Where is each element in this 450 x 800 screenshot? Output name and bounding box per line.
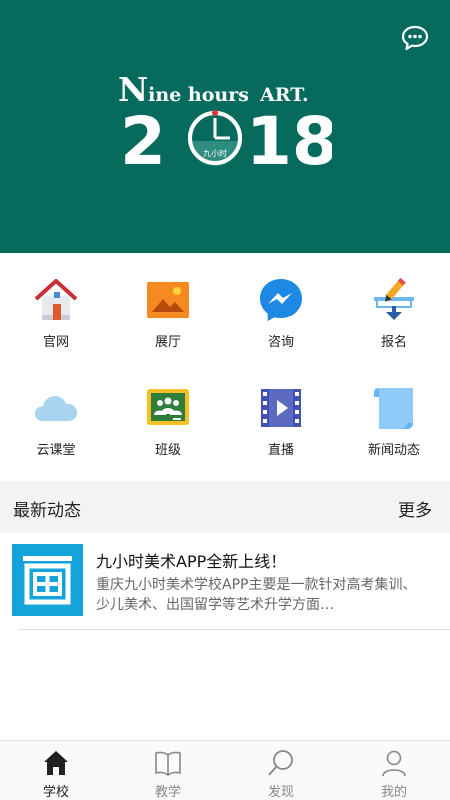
news-title: 九小时美术APP全新上线！ bbox=[96, 552, 287, 571]
grid-label: 官网 bbox=[42, 335, 69, 350]
more-link[interactable]: 更多 bbox=[398, 496, 432, 521]
section-title: 最新动态 bbox=[13, 501, 81, 521]
clock-icon: 九小时 bbox=[188, 110, 242, 166]
grid-label: 云课堂 bbox=[36, 443, 76, 458]
seal-text: 九小时 bbox=[203, 148, 227, 158]
feature-grid: 官网 展厅 咨询 报名 云课堂 班级 直播 新闻动态 bbox=[0, 253, 450, 481]
video-film-icon bbox=[261, 389, 301, 427]
year-digit-2: 2 bbox=[120, 108, 166, 174]
divider bbox=[18, 629, 450, 630]
tab-label: 发现 bbox=[267, 785, 294, 800]
bottom-tab-bar: 学校 教学 发现 我的 bbox=[0, 740, 450, 800]
book-icon bbox=[155, 751, 181, 776]
grid-item-live[interactable]: 直播 bbox=[225, 361, 337, 469]
grid-label: 新闻动态 bbox=[367, 443, 420, 458]
news-list-item[interactable]: 九小时美术APP全新上线！ 重庆九小时美术学校APP主要是一款针对高考集训、少儿… bbox=[0, 533, 450, 630]
tab-school[interactable]: 学校 bbox=[0, 741, 112, 800]
year-2018-logo: 2 九小时 18 bbox=[120, 108, 332, 174]
grid-item-cloud-class[interactable]: 云课堂 bbox=[0, 361, 112, 469]
chat-bubble-icon bbox=[401, 25, 429, 51]
grid-label: 班级 bbox=[154, 443, 181, 458]
house-icon bbox=[34, 279, 78, 320]
grid-item-official-site[interactable]: 官网 bbox=[0, 253, 112, 361]
brand-logo: Nine hours ART. 2 九小时 18 bbox=[118, 70, 332, 174]
grid-item-class[interactable]: 班级 bbox=[112, 361, 224, 469]
grid-label: 咨询 bbox=[267, 335, 294, 350]
grid-label: 报名 bbox=[380, 335, 407, 350]
header-banner: Nine hours ART. 2 九小时 18 bbox=[0, 0, 450, 253]
tab-teaching[interactable]: 教学 bbox=[112, 741, 224, 800]
document-icon bbox=[374, 388, 413, 429]
home-icon bbox=[44, 751, 68, 775]
picture-icon bbox=[147, 282, 189, 318]
grid-item-gallery[interactable]: 展厅 bbox=[112, 253, 224, 361]
tab-label: 教学 bbox=[154, 785, 181, 800]
news-summary: 重庆九小时美术学校APP主要是一款针对高考集训、少儿美术、出国留学等艺术升学方面… bbox=[96, 577, 417, 613]
grid-item-register[interactable]: 报名 bbox=[338, 253, 450, 361]
chat-button[interactable] bbox=[401, 25, 429, 51]
tab-discover[interactable]: 发现 bbox=[225, 741, 337, 800]
search-icon bbox=[268, 750, 293, 776]
messenger-icon bbox=[260, 279, 302, 321]
tab-label: 我的 bbox=[380, 785, 407, 800]
classroom-board-icon bbox=[147, 389, 189, 425]
pencil-download-icon bbox=[374, 277, 414, 320]
grid-item-news[interactable]: 新闻动态 bbox=[338, 361, 450, 469]
cloud-icon bbox=[34, 396, 77, 421]
news-thumbnail bbox=[12, 544, 83, 616]
person-icon bbox=[382, 750, 406, 777]
tab-label: 学校 bbox=[42, 785, 69, 800]
grid-item-consult[interactable]: 咨询 bbox=[225, 253, 337, 361]
grid-label: 展厅 bbox=[154, 335, 181, 350]
brand-initial: N bbox=[118, 70, 149, 109]
brand-tagline: Nine hours ART. bbox=[118, 70, 332, 109]
brand-art: ART. bbox=[260, 84, 309, 106]
grid-label: 直播 bbox=[267, 443, 294, 458]
painting-frame-icon bbox=[23, 556, 72, 605]
year-digits-18: 18 bbox=[246, 108, 332, 174]
brand-words: ine hours bbox=[148, 84, 249, 106]
tab-mine[interactable]: 我的 bbox=[338, 741, 450, 800]
latest-news-header: 最新动态 更多 bbox=[0, 481, 450, 533]
